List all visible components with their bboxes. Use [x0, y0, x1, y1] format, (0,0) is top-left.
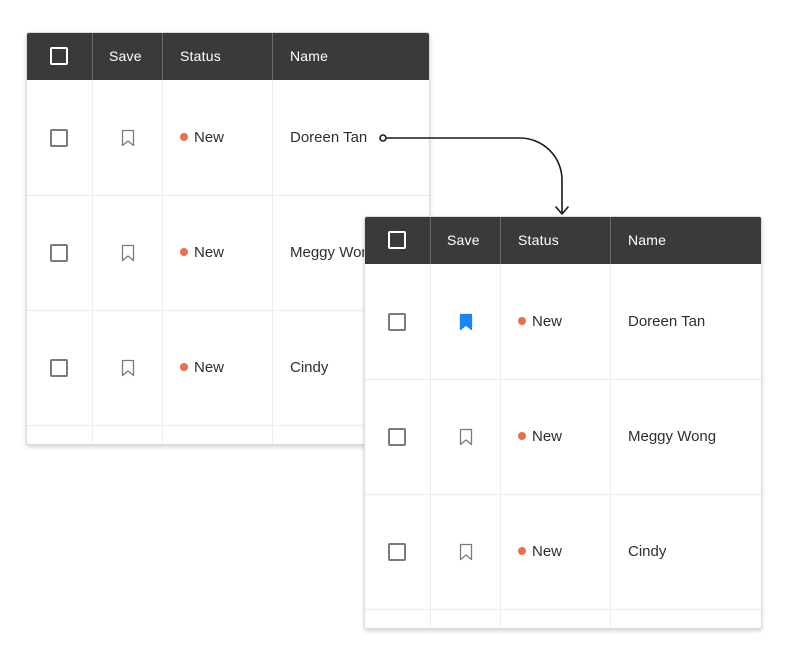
connector-line: [386, 137, 563, 213]
connector-arrow: [379, 134, 569, 215]
connector-start-dot: [379, 134, 387, 142]
